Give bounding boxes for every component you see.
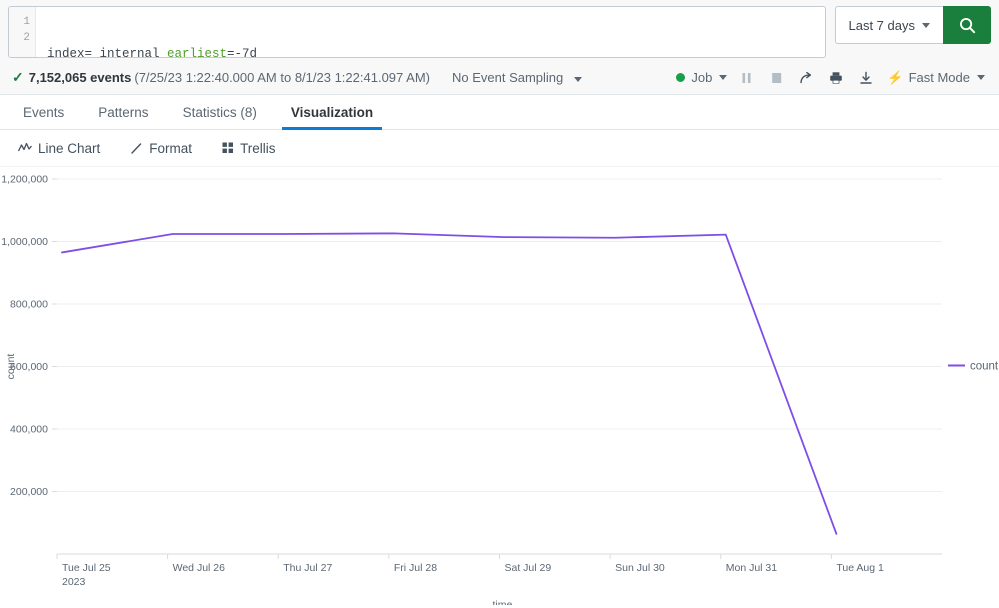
share-button[interactable]	[791, 65, 821, 91]
x-axis-tick-label: Mon Jul 31	[726, 562, 778, 574]
line-number: 2	[23, 32, 30, 44]
x-axis-tick-label: Fri Jul 28	[394, 562, 437, 574]
x-axis-tick-label: Tue Aug 1	[836, 562, 884, 574]
chart-type-picker[interactable]: Line Chart	[18, 141, 100, 156]
result-tabs: Events Patterns Statistics (8) Visualizatio…	[0, 95, 999, 130]
magnifier-icon	[959, 17, 975, 33]
y-axis-tick-label: 400,000	[10, 424, 48, 436]
job-status-dot-icon	[676, 73, 686, 82]
x-axis-title: _time	[486, 599, 513, 605]
chevron-down-icon	[573, 77, 582, 82]
spl-query-text[interactable]: index=_internal earliest=-7d | timechart…	[36, 7, 825, 57]
line-number-gutter: 1 2	[9, 7, 36, 57]
tab-events[interactable]: Events	[6, 95, 81, 129]
tab-statistics[interactable]: Statistics (8)	[166, 95, 274, 129]
chart-type-label: Line Chart	[38, 140, 101, 156]
tab-label: Patterns	[98, 104, 149, 120]
search-submit-button[interactable]	[943, 6, 991, 44]
grid-icon	[222, 142, 234, 154]
search-status-bar: ✓ 7,152,065 events (7/25/23 1:22:40.000 …	[0, 61, 999, 95]
search-mode-dropdown[interactable]: ⚡ Fast Mode	[887, 70, 985, 86]
x-axis-tick-sublabel: 2023	[62, 576, 86, 588]
job-dropdown[interactable]: Job	[672, 70, 731, 85]
pencil-icon	[130, 142, 143, 155]
tab-label: Visualization	[290, 104, 374, 120]
tab-label: Events	[23, 104, 65, 120]
event-time-range: (7/25/23 1:22:40.000 AM to 8/1/23 1:22:4…	[134, 70, 430, 85]
format-label: Format	[149, 140, 193, 156]
spl-token: index=_internal	[47, 47, 168, 58]
legend-label[interactable]: count	[970, 361, 999, 373]
share-icon	[800, 71, 812, 83]
print-button[interactable]	[821, 65, 851, 91]
tab-label: Statistics (8)	[182, 104, 257, 120]
trellis-button[interactable]: Trellis	[222, 141, 276, 156]
job-label: Job	[691, 70, 713, 85]
format-button[interactable]: Format	[130, 141, 192, 156]
chevron-down-icon	[922, 22, 930, 28]
chart-canvas: 200,000400,000600,000800,0001,000,0001,2…	[1, 174, 999, 606]
event-sampling-dropdown[interactable]: No Event Sampling	[452, 70, 582, 85]
spl-token: earliest	[167, 47, 228, 58]
x-axis-tick-label: Wed Jul 26	[173, 562, 225, 574]
status-actions: Job ⚡ Fast Mode	[672, 65, 985, 91]
x-axis-tick-label: Tue Jul 25	[62, 562, 111, 574]
event-sampling-label: No Event Sampling	[451, 70, 564, 85]
export-button[interactable]	[851, 65, 881, 91]
y-axis-title: count	[5, 354, 17, 380]
spl-line-1: index=_internal earliest=-7d	[47, 46, 825, 58]
tab-patterns[interactable]: Patterns	[81, 95, 165, 129]
x-axis-tick-label: Thu Jul 27	[283, 562, 332, 574]
x-axis-tick-label: Sat Jul 29	[505, 562, 552, 574]
y-axis-tick-label: 1,200,000	[1, 174, 48, 186]
chart-series-line[interactable]	[61, 232, 838, 535]
time-range-label: Last 7 days	[848, 17, 916, 33]
search-bar-row: 1 2 index=_internal earliest=-7d | timec…	[0, 0, 999, 61]
pause-button[interactable]	[731, 65, 761, 91]
y-axis-tick-label: 200,000	[10, 486, 48, 498]
check-icon: ✓	[12, 69, 24, 85]
tab-visualization[interactable]: Visualization	[274, 95, 390, 130]
export-icon	[860, 71, 873, 84]
y-axis-tick-label: 1,000,000	[1, 236, 48, 248]
chevron-down-icon	[719, 75, 728, 80]
y-axis-tick-label: 800,000	[10, 299, 48, 311]
pause-icon	[742, 72, 751, 83]
spl-token: =-7d	[227, 47, 258, 58]
spl-search-input[interactable]: 1 2 index=_internal earliest=-7d | timec…	[8, 6, 826, 58]
x-axis-tick-label: Sun Jul 30	[615, 562, 665, 574]
time-range-picker[interactable]: Last 7 days	[834, 6, 943, 44]
stop-icon	[772, 72, 782, 83]
event-count: 7,152,065 events	[28, 70, 132, 85]
stop-button[interactable]	[761, 65, 791, 91]
line-chart-icon	[18, 142, 32, 154]
trellis-label: Trellis	[240, 140, 276, 156]
print-icon	[830, 71, 843, 84]
line-chart[interactable]: 200,000 400,000 600,000 800,000 1,000,000 1,2…	[0, 167, 999, 605]
line-number: 1	[23, 16, 30, 28]
chevron-down-icon	[977, 75, 985, 80]
lightning-icon: ⚡	[887, 69, 904, 85]
visualization-toolbar: Line Chart Format Trellis	[0, 130, 999, 167]
search-mode-label: Fast Mode	[908, 70, 970, 85]
